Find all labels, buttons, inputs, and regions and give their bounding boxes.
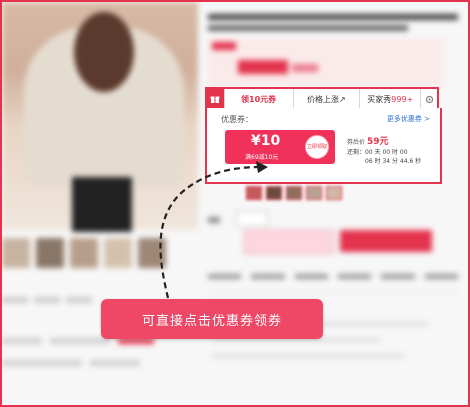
coupon-countdown: 还剩：00 天 00 时 00 06 时 34 分 44.6 秒 bbox=[347, 148, 421, 166]
product-main-image bbox=[2, 2, 198, 232]
tab-coupon-label: 领10元券 bbox=[241, 94, 277, 104]
product-image-head bbox=[74, 12, 134, 92]
product-thumbnail[interactable] bbox=[70, 238, 98, 268]
gift-icon-graphic bbox=[210, 96, 220, 103]
product-thumbnail[interactable] bbox=[2, 238, 30, 268]
countdown-line2: 06 时 34 分 44.6 秒 bbox=[365, 158, 422, 165]
add-to-cart-button[interactable] bbox=[340, 230, 432, 252]
sku-swatch[interactable] bbox=[286, 186, 302, 200]
product-thumbnail-strip[interactable] bbox=[2, 238, 198, 278]
after-coupon-label: 券后价 bbox=[347, 139, 366, 146]
coupon-card[interactable]: ¥10 满69减10元 立即领取 bbox=[225, 130, 335, 164]
price-box bbox=[208, 38, 444, 88]
price-value bbox=[238, 60, 288, 74]
coupon-panel-title: 优惠券： bbox=[221, 115, 253, 124]
quantity-stepper[interactable] bbox=[208, 208, 278, 227]
sku-swatch[interactable] bbox=[266, 186, 282, 200]
claim-coupon-stamp[interactable]: 立即领取 bbox=[305, 135, 329, 159]
tab-buyer-label: 买家秀 bbox=[367, 94, 392, 104]
after-coupon-price: 券后价 59元 bbox=[347, 134, 388, 147]
countdown-line1: 00 天 00 时 00 bbox=[365, 149, 408, 156]
countdown-label: 还剩： bbox=[347, 149, 366, 156]
sku-swatch[interactable] bbox=[246, 186, 262, 200]
screenshot-frame: 领10元券 价格上涨↗ 买家秀 999+ 优惠券： 更多优惠券 > ¥10 满6… bbox=[0, 0, 470, 407]
product-thumbnail[interactable] bbox=[138, 238, 166, 268]
tab-price-label: 价格上涨↗ bbox=[307, 94, 346, 104]
tab-price-trend[interactable]: 价格上涨↗ bbox=[294, 89, 361, 109]
sku-swatch[interactable] bbox=[326, 186, 342, 200]
after-coupon-value: 59元 bbox=[366, 137, 389, 147]
coupon-panel: 优惠券： 更多优惠券 > ¥10 满69减10元 立即领取 券后价 59元 还剩… bbox=[205, 108, 442, 184]
product-image-legs bbox=[72, 177, 132, 232]
product-title bbox=[208, 14, 458, 36]
detail-tabs[interactable] bbox=[208, 270, 458, 284]
coupon-condition: 满69减10元 bbox=[245, 154, 279, 161]
tab-buyer-show[interactable]: 买家秀 999+ bbox=[360, 89, 422, 109]
product-thumbnail[interactable] bbox=[104, 238, 132, 268]
tab-buyer-count: 999+ bbox=[391, 94, 414, 104]
gear-icon[interactable] bbox=[421, 89, 437, 109]
sku-swatch[interactable] bbox=[306, 186, 322, 200]
coupon-amount: ¥10 bbox=[251, 133, 281, 149]
divider bbox=[208, 292, 458, 293]
gift-icon[interactable] bbox=[207, 89, 225, 109]
callout-tooltip: 可直接点击优惠券领券 bbox=[101, 299, 323, 339]
shop-info bbox=[2, 338, 182, 405]
more-coupons-link[interactable]: 更多优惠券 > bbox=[387, 114, 430, 124]
product-thumbnail[interactable] bbox=[36, 238, 64, 268]
tab-coupon[interactable]: 领10元券 bbox=[225, 89, 294, 109]
promo-tag bbox=[212, 42, 236, 50]
original-price bbox=[292, 64, 318, 72]
sku-swatch-row[interactable] bbox=[246, 186, 342, 200]
gear-icon-graphic bbox=[425, 95, 433, 103]
buy-now-button[interactable] bbox=[244, 230, 334, 254]
